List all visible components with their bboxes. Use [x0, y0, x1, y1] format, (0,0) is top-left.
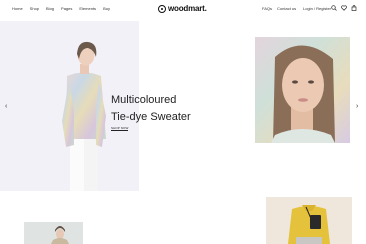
nav-item-pages[interactable]: Pages: [61, 6, 72, 11]
product-left-illustration: [24, 222, 83, 244]
product-image-right[interactable]: [266, 197, 352, 244]
site-logo[interactable]: woodmart.: [158, 4, 207, 13]
product-image-left[interactable]: [24, 222, 83, 244]
site-header: Home Shop Blog Pages Elements Buy woodma…: [0, 0, 366, 18]
slider-next-icon[interactable]: ›: [356, 103, 358, 110]
faqs-link[interactable]: FAQs: [262, 6, 272, 11]
contact-link[interactable]: Contact us: [277, 6, 296, 11]
headline-line-1: Multicoloured: [111, 94, 177, 106]
login-register-link[interactable]: Login / Register: [303, 6, 331, 11]
nav-item-elements[interactable]: Elements: [79, 6, 96, 11]
nav-item-shop[interactable]: Shop: [30, 6, 39, 11]
main-nav: Home Shop Blog Pages Elements Buy: [12, 6, 110, 11]
hero-portrait-image: [255, 37, 350, 143]
header-links: FAQs Contact us: [262, 6, 296, 11]
nav-item-buy[interactable]: Buy: [103, 6, 110, 11]
heart-icon[interactable]: [341, 5, 347, 11]
logo-text: woodmart.: [168, 4, 207, 13]
headline-line-2: Tie-dye Sweater: [111, 111, 191, 123]
shop-now-link[interactable]: SHOP NOW: [111, 126, 129, 131]
logo-mark-icon: [158, 4, 166, 13]
search-icon[interactable]: [331, 5, 337, 11]
product-right-illustration: [266, 197, 352, 244]
nav-item-blog[interactable]: Blog: [46, 6, 54, 11]
slider-prev-icon[interactable]: ‹: [5, 103, 7, 110]
cart-icon[interactable]: [351, 5, 357, 11]
header-icons: [331, 5, 357, 11]
hero-headline: Multicoloured Tie-dye Sweater: [111, 92, 251, 126]
nav-item-home[interactable]: Home: [12, 6, 23, 11]
portrait-illustration: [255, 37, 350, 143]
